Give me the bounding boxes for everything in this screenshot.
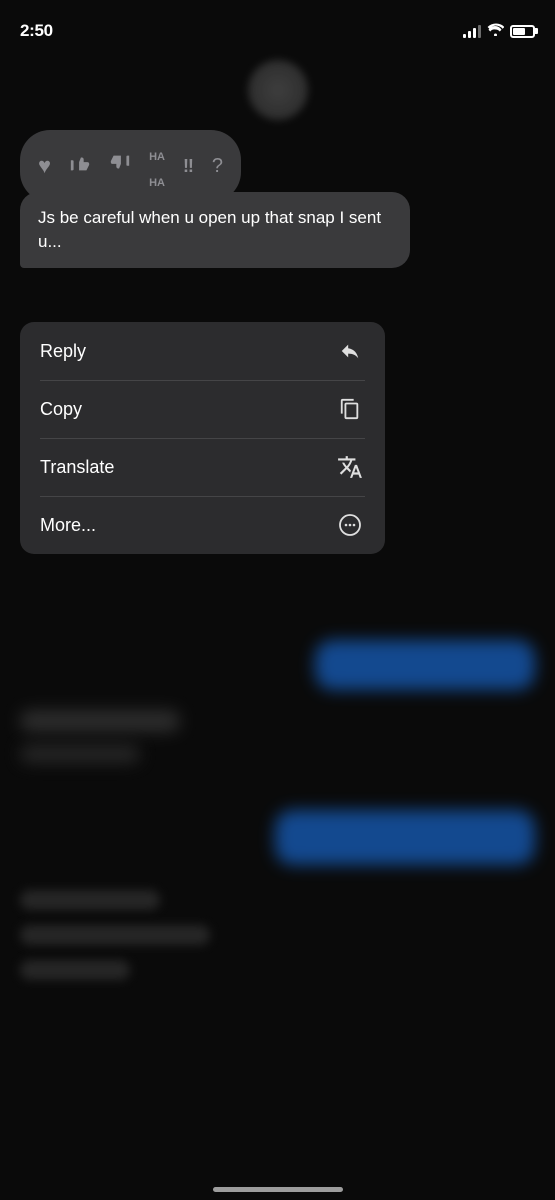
contact-avatar <box>248 60 308 120</box>
menu-label-more: More... <box>40 515 96 536</box>
copy-icon <box>335 394 365 424</box>
bg-blur-7 <box>20 960 130 980</box>
thumbsdown-reaction[interactable] <box>109 152 131 180</box>
question-reaction[interactable]: ? <box>212 155 223 178</box>
heart-reaction[interactable]: ♥ <box>38 153 51 179</box>
thumbsup-reaction[interactable] <box>69 152 91 180</box>
menu-item-reply[interactable]: Reply <box>20 322 385 380</box>
status-icons <box>463 23 535 39</box>
context-menu: Reply Copy Translate More... <box>20 322 385 554</box>
status-time: 2:50 <box>20 21 53 41</box>
menu-label-copy: Copy <box>40 399 82 420</box>
more-icon <box>335 510 365 540</box>
menu-item-copy[interactable]: Copy <box>20 380 385 438</box>
emphasis-reaction[interactable]: ‼ <box>183 156 194 177</box>
message-bubble: Js be careful when u open up that snap I… <box>20 192 410 268</box>
bg-blur-2 <box>20 710 180 732</box>
bg-blur-6 <box>20 925 210 945</box>
signal-icon <box>463 24 481 38</box>
home-indicator <box>213 1187 343 1192</box>
menu-label-reply: Reply <box>40 341 86 362</box>
menu-item-translate[interactable]: Translate <box>20 438 385 496</box>
bg-blur-4 <box>275 810 535 865</box>
wifi-icon <box>487 23 504 39</box>
battery-icon <box>510 25 535 38</box>
menu-label-translate: Translate <box>40 457 114 478</box>
translate-icon <box>335 452 365 482</box>
message-text: Js be careful when u open up that snap I… <box>38 208 381 251</box>
reply-icon <box>335 336 365 366</box>
bg-blur-3 <box>20 745 140 763</box>
bg-blur-5 <box>20 890 160 910</box>
status-bar: 2:50 <box>0 0 555 50</box>
haha-reaction[interactable]: HAHA <box>149 140 165 192</box>
menu-item-more[interactable]: More... <box>20 496 385 554</box>
bg-blur-1 <box>315 640 535 690</box>
